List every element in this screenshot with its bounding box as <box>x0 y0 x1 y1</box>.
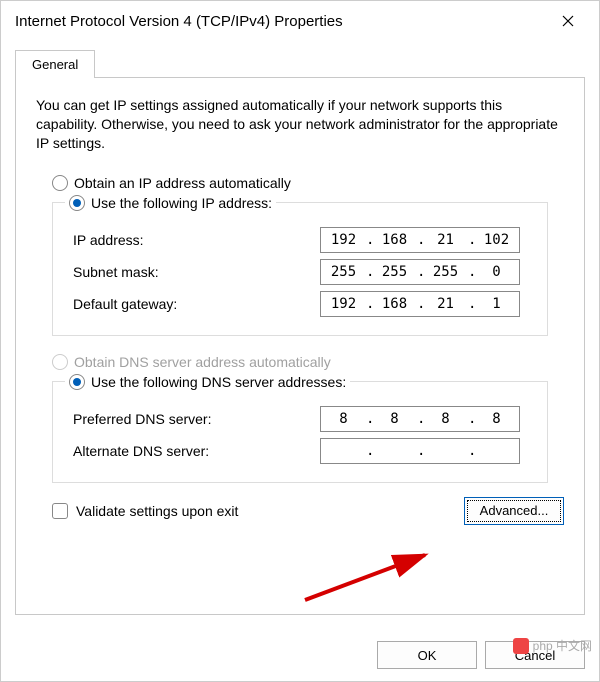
radio-label: Use the following DNS server addresses: <box>91 374 346 390</box>
radio-icon <box>52 175 68 191</box>
validate-label: Validate settings upon exit <box>76 503 238 519</box>
ip-address-input[interactable]: 192. 168. 21. 102 <box>320 227 520 253</box>
dialog-window: Internet Protocol Version 4 (TCP/IPv4) P… <box>0 0 600 682</box>
gateway-label: Default gateway: <box>65 296 320 312</box>
octet[interactable]: 255 <box>372 264 417 280</box>
radio-ip-manual[interactable]: Use the following IP address: <box>65 195 276 211</box>
radio-icon <box>69 374 85 390</box>
dialog-body: General You can get IP settings assigned… <box>1 41 599 629</box>
watermark-text: php 中文网 <box>533 637 592 654</box>
bottom-row: Validate settings upon exit Advanced... <box>36 497 564 525</box>
dns-group: Use the following DNS server addresses: … <box>52 374 548 483</box>
octet[interactable]: 255 <box>423 264 468 280</box>
radio-dns-auto: Obtain DNS server address automatically <box>36 350 564 374</box>
preferred-dns-label: Preferred DNS server: <box>65 411 320 427</box>
radio-icon <box>69 195 85 211</box>
octet[interactable]: 192 <box>321 296 366 312</box>
close-button[interactable] <box>545 5 591 37</box>
radio-icon <box>52 354 68 370</box>
octet[interactable]: 21 <box>423 296 468 312</box>
subnet-input[interactable]: 255. 255. 255. 0 <box>320 259 520 285</box>
description-text: You can get IP settings assigned automat… <box>36 96 564 153</box>
row-alternate-dns: Alternate DNS server: . . . <box>65 438 535 464</box>
tab-general[interactable]: General <box>15 50 95 78</box>
gateway-input[interactable]: 192. 168. 21. 1 <box>320 291 520 317</box>
octet[interactable]: 255 <box>321 264 366 280</box>
tab-panel-general: You can get IP settings assigned automat… <box>15 77 585 615</box>
row-preferred-dns: Preferred DNS server: 8. 8. 8. 8 <box>65 406 535 432</box>
alternate-dns-input[interactable]: . . . <box>320 438 520 464</box>
octet[interactable]: 8 <box>423 411 468 427</box>
ip-address-label: IP address: <box>65 232 320 248</box>
php-icon <box>513 638 529 654</box>
validate-checkbox-row[interactable]: Validate settings upon exit <box>36 499 254 523</box>
window-title: Internet Protocol Version 4 (TCP/IPv4) P… <box>15 13 545 30</box>
checkbox-icon <box>52 503 68 519</box>
ok-button[interactable]: OK <box>377 641 477 669</box>
row-ip-address: IP address: 192. 168. 21. 102 <box>65 227 535 253</box>
close-icon <box>562 15 574 27</box>
tab-strip: General <box>15 49 585 77</box>
radio-label: Use the following IP address: <box>91 195 272 211</box>
row-gateway: Default gateway: 192. 168. 21. 1 <box>65 291 535 317</box>
octet[interactable]: 168 <box>372 232 417 248</box>
octet[interactable]: 102 <box>474 232 519 248</box>
titlebar: Internet Protocol Version 4 (TCP/IPv4) P… <box>1 1 599 41</box>
octet[interactable]: 0 <box>474 264 519 280</box>
radio-label: Obtain an IP address automatically <box>74 175 291 191</box>
octet[interactable]: 192 <box>321 232 366 248</box>
octet[interactable]: 8 <box>474 411 519 427</box>
octet[interactable]: 21 <box>423 232 468 248</box>
octet[interactable]: 8 <box>372 411 417 427</box>
radio-ip-auto[interactable]: Obtain an IP address automatically <box>36 171 564 195</box>
radio-dns-manual[interactable]: Use the following DNS server addresses: <box>65 374 350 390</box>
radio-label: Obtain DNS server address automatically <box>74 354 331 370</box>
row-subnet: Subnet mask: 255. 255. 255. 0 <box>65 259 535 285</box>
advanced-button[interactable]: Advanced... <box>464 497 564 525</box>
octet[interactable]: 168 <box>372 296 417 312</box>
octet[interactable]: 8 <box>321 411 366 427</box>
alternate-dns-label: Alternate DNS server: <box>65 443 320 459</box>
dialog-footer: OK Cancel <box>1 629 599 681</box>
watermark: php 中文网 <box>513 637 592 654</box>
octet[interactable]: 1 <box>474 296 519 312</box>
ip-group: Use the following IP address: IP address… <box>52 195 548 336</box>
preferred-dns-input[interactable]: 8. 8. 8. 8 <box>320 406 520 432</box>
subnet-label: Subnet mask: <box>65 264 320 280</box>
